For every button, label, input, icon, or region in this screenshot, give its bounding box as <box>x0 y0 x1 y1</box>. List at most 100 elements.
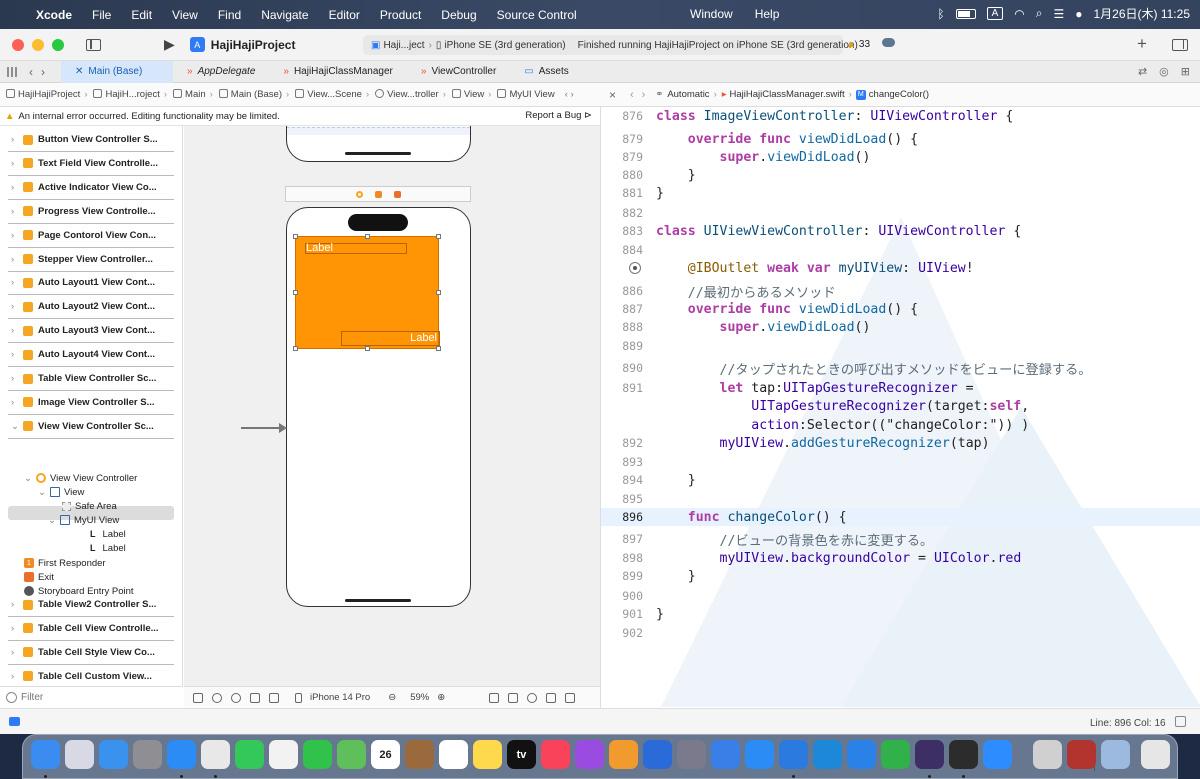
code-line[interactable]: 883 class UIViewViewController: UIViewCon… <box>601 222 1200 240</box>
chevron-right-icon[interactable]: › <box>11 158 23 169</box>
assistant-icon[interactable]: ◎ <box>1159 65 1169 78</box>
chevron-down-icon[interactable]: ⌄ <box>38 487 50 498</box>
scene-row[interactable]: › Progress View Controlle... <box>8 200 174 224</box>
code-line[interactable]: 900 <box>601 587 1200 605</box>
previous-scene-device[interactable] <box>286 126 471 162</box>
jump-file[interactable]: HajiHajiClassManager.swift <box>730 89 845 100</box>
code-line[interactable]: 879 override func viewDidLoad() { <box>601 130 1200 148</box>
add-constraints-icon[interactable] <box>527 692 538 703</box>
dock-music-icon[interactable] <box>541 740 570 769</box>
code-line[interactable]: 892 myUIView.addGestureRecognizer(tap) <box>601 434 1200 452</box>
tab-main-base[interactable]: ✕ Main (Base) <box>61 60 173 83</box>
code-line-current[interactable]: 896 func changeColor() { <box>601 508 1200 526</box>
chevron-right-icon[interactable]: › <box>11 373 23 384</box>
resize-handle[interactable] <box>436 290 441 295</box>
jump-nav-arrows-icon[interactable]: ‹ › <box>565 89 574 100</box>
close-editor-icon[interactable]: × <box>609 88 616 102</box>
menu-editor[interactable]: Editor <box>329 8 360 22</box>
scene-row[interactable]: › Active Indicator View Co... <box>8 176 174 200</box>
chevron-right-icon[interactable]: › <box>11 254 23 265</box>
menu-app-name[interactable]: Xcode <box>36 8 72 22</box>
label-bottom[interactable]: Label <box>341 331 440 346</box>
dock-keynote-icon[interactable] <box>847 740 876 769</box>
resize-handle[interactable] <box>436 346 441 351</box>
scene-row[interactable]: ⌄ View View Controller Sc... <box>8 415 174 439</box>
dock-facetime-icon[interactable] <box>303 740 332 769</box>
scene-dock[interactable] <box>285 186 471 202</box>
jump-item[interactable]: HajiHajiProject <box>6 89 80 100</box>
swap-icon[interactable]: ⇄ <box>1138 65 1147 78</box>
outline-item[interactable]: Safe Area <box>62 499 117 513</box>
menu-file[interactable]: File <box>92 8 111 22</box>
code-line[interactable]: 880 } <box>601 166 1200 184</box>
filter-input[interactable] <box>21 692 171 703</box>
code-line[interactable]: 886 //最初からあるメソッド <box>601 282 1200 301</box>
chevron-right-icon[interactable]: › <box>11 647 23 658</box>
menu-product[interactable]: Product <box>380 8 421 22</box>
scene-row[interactable]: › Table Cell Style View Co... <box>8 641 174 665</box>
close-window-button[interactable] <box>12 38 24 51</box>
project-name[interactable]: HajiHajiProject <box>211 38 296 52</box>
view-controller-icon[interactable] <box>355 190 363 198</box>
code-line[interactable]: 893 <box>601 453 1200 471</box>
label-top[interactable]: Label <box>305 243 407 254</box>
exit-icon[interactable] <box>393 190 401 198</box>
dock-reminders-icon[interactable] <box>439 740 468 769</box>
code-line[interactable]: 894 } <box>601 471 1200 489</box>
dock-launchpad-icon[interactable] <box>65 740 94 769</box>
resize-handle[interactable] <box>293 346 298 351</box>
minimize-window-button[interactable] <box>32 38 44 51</box>
tab-hajihajiclassmanager[interactable]: » HajiHajiClassManager <box>269 61 407 83</box>
back-forward-icon[interactable]: ‹› <box>29 65 53 79</box>
jump-item[interactable]: View...Scene <box>295 89 362 100</box>
code-line[interactable]: 879 super.viewDidLoad() <box>601 148 1200 166</box>
chevron-right-icon[interactable]: › <box>11 599 23 610</box>
dock-notes-icon[interactable] <box>473 740 502 769</box>
add-editor-icon[interactable]: ⊞ <box>1181 65 1190 78</box>
dock-notes-brown-icon[interactable] <box>405 740 434 769</box>
scene-row[interactable]: › Table View Controller Sc... <box>8 367 174 391</box>
dock-dictionary-icon[interactable] <box>1067 740 1096 769</box>
code-line[interactable]: 897 //ビューの背景色を赤に変更する。 <box>601 530 1200 549</box>
code-line[interactable]: 882 <box>601 204 1200 222</box>
code-line[interactable]: 902 <box>601 624 1200 642</box>
chevron-right-icon[interactable]: › <box>11 671 23 682</box>
code-line[interactable]: @IBOutlet weak var myUIView: UIView! <box>601 259 1200 277</box>
menu-clock[interactable]: 1月26日(木) 11:25 <box>1094 5 1191 22</box>
appearance-icon[interactable] <box>212 692 222 703</box>
menu-help[interactable]: Help <box>755 7 780 21</box>
orientation-icon[interactable] <box>250 692 260 703</box>
scene-row[interactable]: › Text Field View Controlle... <box>8 152 174 176</box>
dock-font-book-icon[interactable] <box>1033 740 1062 769</box>
toggle-inspector-icon[interactable] <box>1172 39 1188 51</box>
scene-row[interactable]: › Stepper View Controller... <box>8 248 174 272</box>
dock-podcasts-icon[interactable] <box>575 740 604 769</box>
wifi-icon[interactable]: ◠ <box>1014 7 1024 21</box>
zoom-out-icon[interactable]: ⊖ <box>388 692 396 703</box>
jump-item[interactable]: HajiH...roject <box>93 89 160 100</box>
jump-symbol[interactable]: changeColor() <box>869 89 929 100</box>
outline-item[interactable]: ⌄ View View Controller <box>24 471 137 485</box>
outline-item[interactable]: L Label <box>90 541 126 555</box>
code-line[interactable]: 890 //タップされたときの呼び出すメソッドをビューに登録する。 <box>601 359 1200 378</box>
scene-row[interactable]: › Table View2 Controller S... <box>8 593 174 617</box>
resize-handle[interactable] <box>436 234 441 239</box>
scene-row[interactable]: › Auto Layout1 View Cont... <box>8 271 174 296</box>
scene-row[interactable]: › Button View Controller S... <box>8 128 174 152</box>
menu-view[interactable]: View <box>172 8 198 22</box>
resize-handle[interactable] <box>293 234 298 239</box>
toggle-outline-icon[interactable] <box>193 692 203 703</box>
dock-photos-icon[interactable] <box>269 740 298 769</box>
dock-calendar-icon[interactable]: 26 <box>371 740 400 769</box>
debug-area-icon[interactable] <box>9 717 20 726</box>
toggle-navigator-icon[interactable] <box>86 38 101 51</box>
activity-status-bar[interactable]: ▣ Haji...ject › ▯ iPhone SE (3rd generat… <box>363 35 858 55</box>
update-frames-icon[interactable] <box>489 692 500 703</box>
outline-item[interactable]: ⌄ MyUI View <box>48 513 119 527</box>
chevron-right-icon[interactable]: › <box>11 206 23 217</box>
dock-messages-icon[interactable] <box>235 740 264 769</box>
dock-numbers-icon[interactable] <box>881 740 910 769</box>
dock-maps-icon[interactable] <box>337 740 366 769</box>
scene-row[interactable]: › Auto Layout2 View Cont... <box>8 295 174 320</box>
chevron-down-icon[interactable]: ⌄ <box>11 421 23 432</box>
